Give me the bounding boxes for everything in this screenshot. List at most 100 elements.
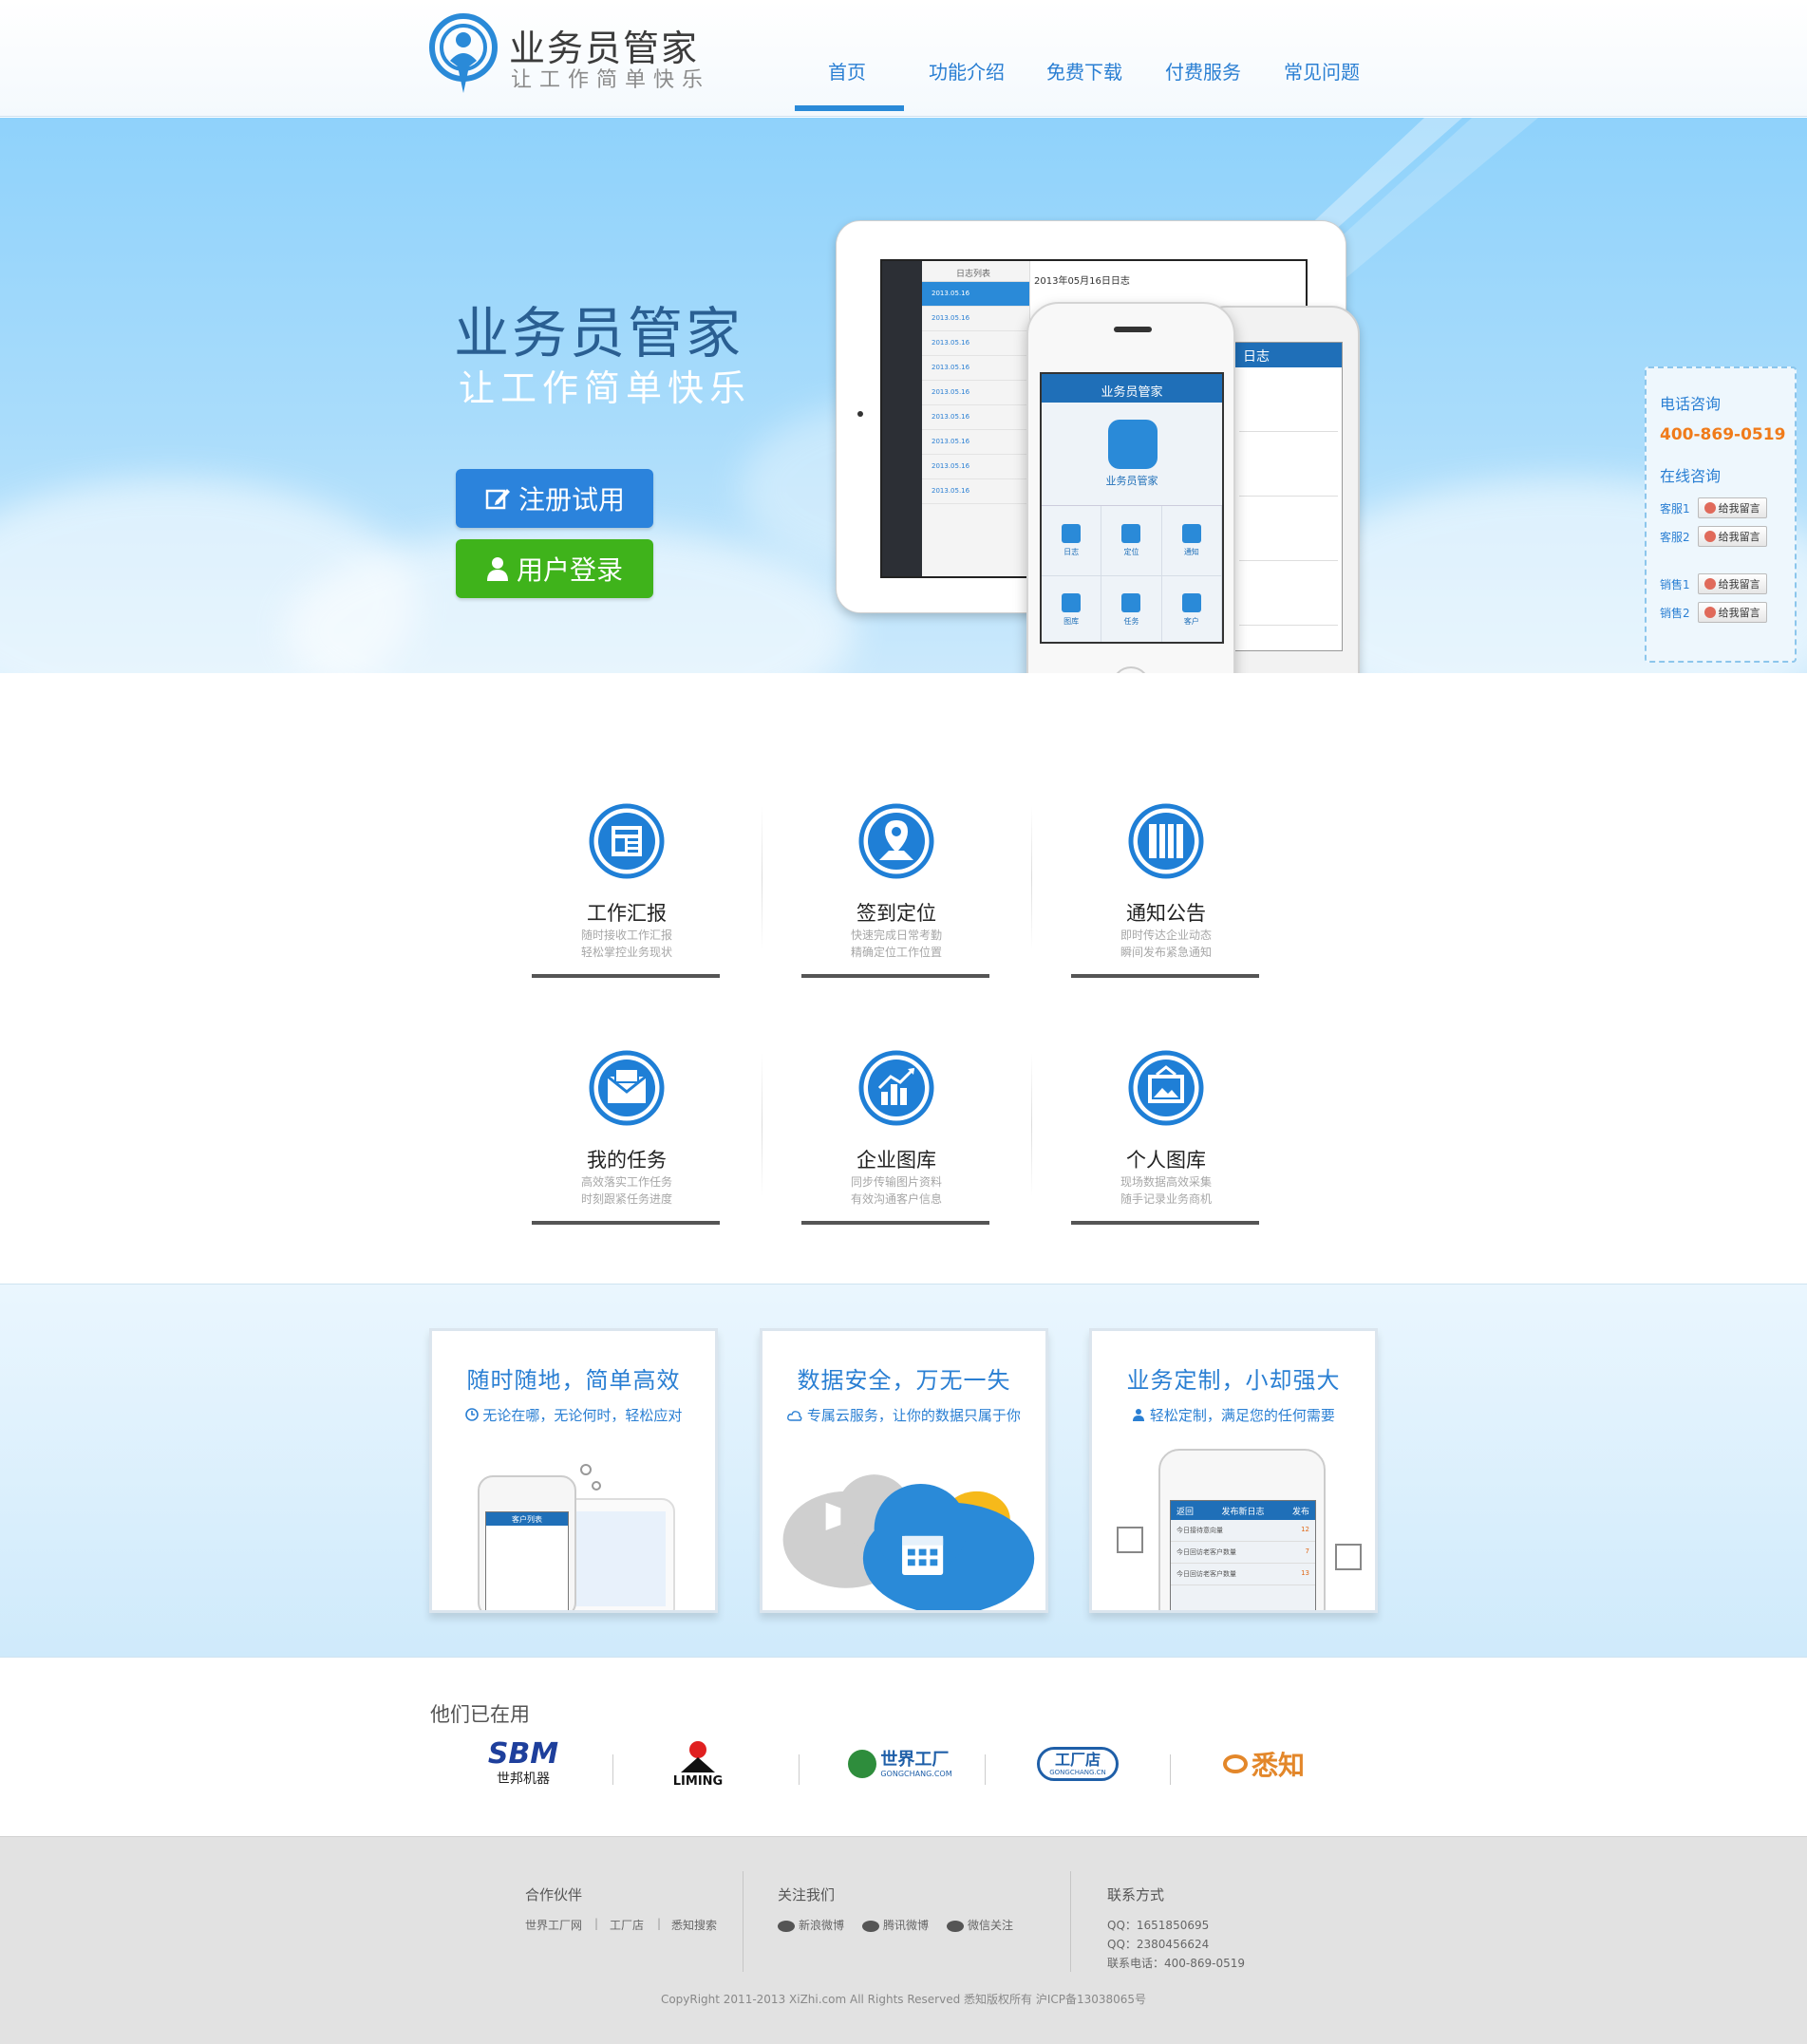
phone-illustration: 返回 发布新日志 发布 今日接待意向量 12 今日回访老客户数量 7 今日回访老客户… — [1158, 1449, 1326, 1610]
agent-label: 客服1 — [1660, 501, 1690, 516]
register-button[interactable]: 注册试用 — [456, 469, 653, 528]
footer: 合作伙伴 世界工厂网 | 工厂店 | 悉知搜索 关注我们 新浪微博 腾讯微博 微… — [0, 1836, 1807, 2044]
edit-icon — [485, 489, 510, 510]
chat-icon — [1181, 523, 1201, 543]
back-label: 返回 — [1176, 1507, 1195, 1517]
feature-desc-line: 现场数据高效采集 — [1120, 1175, 1212, 1189]
clock-icon — [464, 1408, 479, 1421]
form-row-value: 7 — [1305, 1547, 1309, 1555]
menu-label: 图库 — [1063, 617, 1080, 627]
value-card: 业务定制，小却强大 轻松定制，满足您的任何需要 返回 发布新日志 发布 今日接待… — [1089, 1328, 1378, 1613]
value-card: 随时随地，简单高效 无论在哪，无论何时，轻松应对 客户列表 — [429, 1328, 718, 1613]
tablet-row: 2013.05.16 — [922, 430, 1029, 455]
form-header: 返回 发布新日志 发布 — [1171, 1501, 1315, 1520]
feature-desc-line: 随时接收工作汇报 — [580, 928, 672, 942]
client-logo-liming[interactable]: LIMING — [665, 1735, 731, 1792]
client-logo-gongchang[interactable]: 世界工厂 GONGCHANG.COM — [834, 1735, 967, 1792]
footer-separator: | — [657, 1917, 662, 1930]
consult-agent-row: 销售2 给我留言 — [1660, 602, 1767, 623]
android-list-row — [1239, 373, 1338, 432]
feature-underline — [532, 1221, 720, 1225]
leave-message-button[interactable]: 给我留言 — [1697, 497, 1767, 518]
footer-partner-link[interactable]: 工厂店 — [610, 1917, 644, 1933]
feature-title: 企业图库 — [856, 1149, 936, 1172]
android-list-row — [1239, 502, 1338, 561]
feature-desc-line: 时刻跟紧任务进度 — [580, 1192, 672, 1206]
value-card-subtitle-text: 轻松定制，满足您的任何需要 — [1149, 1407, 1335, 1424]
leave-message-button[interactable]: 给我留言 — [1697, 573, 1767, 594]
page: 业务员管家 让工作简单快乐 首页 功能介绍 免费下载 付费服务 常见问题 业务员… — [0, 0, 1807, 2044]
client-logo-sbm[interactable]: SBM 世邦机器 — [480, 1735, 566, 1792]
tablet-row: 2013.05.16 — [922, 381, 1029, 405]
feature-card[interactable]: 通知公告 即时传达企业动态 瞬间发布紧急通知 — [1071, 803, 1261, 993]
gear-icon — [592, 1481, 601, 1491]
nav-home[interactable]: 首页 — [828, 57, 866, 84]
leave-message-button[interactable]: 给我留言 — [1697, 526, 1767, 547]
qq-icon — [1703, 607, 1716, 618]
feature-card[interactable]: 企业图库 同步传输图片资料 有效沟通客户信息 — [801, 1050, 991, 1240]
nav-paid-service[interactable]: 付费服务 — [1165, 57, 1241, 84]
android-list-row — [1239, 567, 1338, 626]
client-logo-sub: GONGCHANG.COM — [880, 1769, 952, 1778]
xizhi-logo-icon — [1222, 1754, 1248, 1773]
tablet-row: 2013.05.16 — [922, 307, 1029, 331]
leave-message-button[interactable]: 给我留言 — [1697, 602, 1767, 623]
user-icon — [486, 557, 508, 581]
weibo-icon — [778, 1920, 795, 1932]
feature-card[interactable]: 签到定位 快速完成日常考勤 精确定位工作位置 — [801, 803, 991, 993]
footer-partner-link[interactable]: 世界工厂网 — [525, 1917, 582, 1933]
cloud-icon — [787, 1411, 802, 1421]
tablet-list-title: 日志列表 — [922, 261, 1029, 282]
tablet-log-list: 日志列表 2013.05.16 2013.05.16 2013.05.16 20… — [922, 261, 1030, 576]
calendar-icon — [1335, 1544, 1362, 1570]
hero-subtitle: 让工作简单快乐 — [459, 367, 752, 409]
consult-phone-number[interactable]: 400-869-0519 — [1660, 425, 1785, 444]
form-row-value: 12 — [1301, 1526, 1309, 1533]
client-logo-name: SBM — [487, 1737, 559, 1771]
form-title: 发布新日志 — [1221, 1507, 1265, 1517]
consult-agent-row: 客服2 给我留言 — [1660, 526, 1767, 547]
iphone-app-header: 业务员管家 — [1042, 374, 1222, 403]
tablet-sidebar — [882, 261, 922, 576]
feature-desc-line: 随手记录业务商机 — [1120, 1192, 1212, 1206]
logo-subtitle: 让工作简单快乐 — [511, 68, 711, 92]
nav-faq[interactable]: 常见问题 — [1284, 57, 1360, 84]
login-button[interactable]: 用户登录 — [456, 539, 653, 598]
tablet-illustration — [561, 1498, 675, 1610]
phone-illustration: 客户列表 — [478, 1475, 576, 1610]
feature-card[interactable]: 个人图库 现场数据高效采集 随手记录业务商机 — [1071, 1050, 1261, 1240]
value-card-title: 数据安全，万无一失 — [797, 1367, 1011, 1394]
logo[interactable]: 业务员管家 让工作简单快乐 — [429, 13, 714, 99]
iphone-menu-grid: 日志 定位 通知 图库 任务 客户 — [1042, 505, 1222, 642]
feature-desc-line: 快速完成日常考勤 — [850, 928, 942, 942]
gcd-logo-badge: 工厂店 GONGCHANG.CN — [1037, 1747, 1119, 1781]
value-card-subtitle: 无论在哪，无论何时，轻松应对 — [432, 1405, 715, 1425]
feature-desc: 同步传输图片资料 有效沟通客户信息 — [801, 1173, 991, 1208]
divider — [1031, 807, 1032, 949]
footer-follow-wechat[interactable]: 微信关注 — [947, 1917, 1013, 1933]
client-logo-xizhi[interactable]: 悉知 — [1212, 1735, 1316, 1792]
nav-download[interactable]: 免费下载 — [1046, 57, 1122, 84]
qq-icon — [1703, 578, 1716, 590]
value-card-subtitle: 专属云服务，让你的数据只属于你 — [762, 1405, 1045, 1425]
nav-features[interactable]: 功能介绍 — [929, 57, 1005, 84]
tablet-row: 2013.05.16 — [922, 455, 1029, 479]
footer-follow-weibo[interactable]: 新浪微博 — [778, 1917, 844, 1933]
form-row: 今日回访老客户数量 13 — [1171, 1564, 1315, 1585]
calendar-icon — [1117, 1527, 1143, 1553]
feature-card[interactable]: 工作汇报 随时接收工作汇报 轻松掌控业务现状 — [532, 803, 722, 993]
feature-underline — [532, 974, 720, 978]
feature-title: 通知公告 — [1126, 902, 1206, 925]
calendar-icon — [1062, 523, 1082, 543]
feature-card[interactable]: 我的任务 高效落实工作任务 时刻跟紧任务进度 — [532, 1050, 722, 1240]
footer-follow-tencent[interactable]: 腾讯微博 — [862, 1917, 929, 1933]
android-list-row — [1239, 438, 1338, 497]
tablet-row: 2013.05.16 — [922, 405, 1029, 430]
logo-separator — [985, 1754, 986, 1785]
header: 业务员管家 让工作简单快乐 首页 功能介绍 免费下载 付费服务 常见问题 — [0, 0, 1807, 117]
phone-illustration-header: 客户列表 — [486, 1512, 568, 1526]
client-logo-gcd[interactable]: 工厂店 GONGCHANG.CN — [1035, 1735, 1120, 1792]
footer-partner-link[interactable]: 悉知搜索 — [671, 1917, 717, 1933]
app-logo-icon — [1108, 420, 1158, 469]
hero-banner: 业务员管家 让工作简单快乐 注册试用 用户登录 日志列表 2013.05.16 … — [0, 118, 1807, 673]
